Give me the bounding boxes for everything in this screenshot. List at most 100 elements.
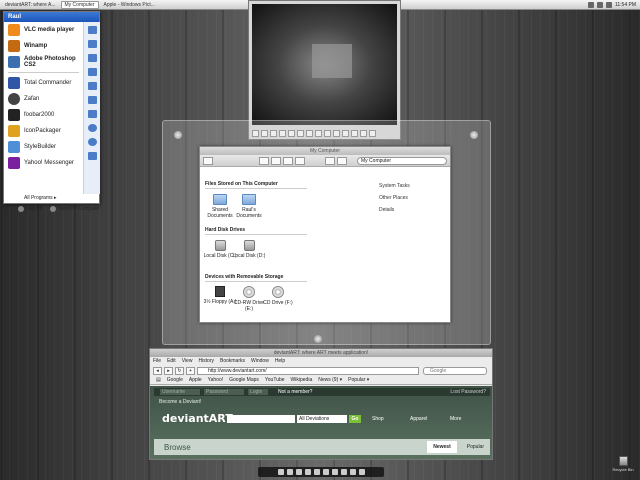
- mail-icon[interactable]: [331, 469, 338, 475]
- other-places-panel[interactable]: Other Places: [379, 195, 408, 201]
- username-field[interactable]: Username: [160, 389, 200, 395]
- printer-icon[interactable]: [87, 110, 97, 118]
- lost-password-link[interactable]: Lost Password?: [450, 389, 490, 395]
- back-button[interactable]: ◂: [153, 366, 162, 375]
- bookmark-news[interactable]: News (9) ▾: [318, 377, 342, 383]
- folder-icon[interactable]: [87, 40, 97, 48]
- back-icon[interactable]: [203, 156, 213, 165]
- start-menu-programs: VLC media player Winamp Adobe Photoshop …: [4, 22, 83, 194]
- hard-disk-icon: [214, 240, 226, 251]
- search-icon[interactable]: [87, 138, 97, 146]
- volume-icon[interactable]: [596, 1, 603, 8]
- winamp-bolt-icon: [8, 40, 20, 52]
- music-icon[interactable]: [313, 469, 320, 475]
- add-bookmark-button[interactable]: +: [186, 366, 195, 375]
- sm-item-zafan[interactable]: Zafan: [4, 91, 83, 107]
- recycle-bin[interactable]: Recycle Bin: [611, 456, 635, 472]
- settings-icon[interactable]: [358, 469, 365, 475]
- da-search-input[interactable]: [227, 415, 295, 423]
- bookmark-google-maps[interactable]: Google Maps: [229, 377, 259, 383]
- menu-bookmarks[interactable]: Bookmarks: [220, 358, 245, 364]
- bookmarks-bar: ▤ Google Apple Yahoo! Google Maps YouTub…: [150, 376, 492, 385]
- photoshop-icon[interactable]: [295, 469, 302, 475]
- sm-item-total-commander[interactable]: Total Commander: [4, 75, 83, 91]
- cd-f-item[interactable]: CD Drive (F:): [259, 286, 297, 306]
- view-icons-icon[interactable]: [259, 156, 269, 165]
- menu-help[interactable]: Help: [275, 358, 285, 364]
- browse-heading: Browse: [164, 442, 191, 452]
- tab-popular[interactable]: Popular: [461, 441, 490, 453]
- bookmark-youtube[interactable]: YouTube: [265, 377, 285, 383]
- sm-item-iconpackager[interactable]: IconPackager: [4, 123, 83, 139]
- bookmarks-icon[interactable]: ▤: [156, 377, 161, 383]
- more-link[interactable]: More: [450, 416, 461, 422]
- login-button[interactable]: Login: [248, 389, 268, 395]
- menu-history[interactable]: History: [198, 358, 214, 364]
- task-picture-viewer[interactable]: Apple - Windows Pict...: [101, 1, 158, 9]
- sm-item-stylebuilder[interactable]: StyleBuilder: [4, 139, 83, 155]
- sm-item-vlc[interactable]: VLC media player: [4, 22, 83, 38]
- url-input[interactable]: http://www.deviantart.com/: [197, 366, 419, 375]
- shop-link[interactable]: Shop: [372, 416, 384, 422]
- menu-window[interactable]: Window: [251, 358, 269, 364]
- details-panel[interactable]: Details: [379, 207, 394, 213]
- sm-item-foobar[interactable]: foobar2000: [4, 107, 83, 123]
- folder-icon[interactable]: [87, 54, 97, 62]
- computer-icon[interactable]: [87, 68, 97, 76]
- desktop-icon[interactable]: [277, 469, 284, 475]
- network-icon[interactable]: [587, 1, 594, 8]
- google-search-input[interactable]: Google: [423, 366, 487, 375]
- all-programs-button[interactable]: All Programs ▸: [24, 195, 57, 201]
- eye-icon[interactable]: [325, 156, 335, 165]
- control-panel-icon[interactable]: [87, 96, 97, 104]
- local-disk-d-item[interactable]: Local Disk (D:): [230, 240, 268, 259]
- become-deviant-link[interactable]: Become a Deviant!: [159, 399, 201, 405]
- bookmark-popular[interactable]: Popular ▾: [348, 377, 369, 383]
- tab-newest[interactable]: Newest: [427, 441, 457, 453]
- view-details-icon[interactable]: [283, 156, 293, 165]
- screw-icon: [314, 335, 322, 343]
- log-off-button[interactable]: Log Off: [18, 205, 42, 212]
- menu-edit[interactable]: Edit: [167, 358, 176, 364]
- deviantart-logo[interactable]: deviantART: [162, 412, 233, 425]
- bookmark-google[interactable]: Google: [167, 377, 183, 383]
- go-button[interactable]: Go: [349, 415, 361, 423]
- task-deviantart[interactable]: deviantART: where A...: [2, 1, 59, 9]
- messenger-icon[interactable]: [605, 1, 612, 8]
- deviations-select[interactable]: All Deviations: [297, 415, 347, 423]
- view-list-icon[interactable]: [271, 156, 281, 165]
- gear-icon[interactable]: [337, 156, 347, 165]
- sm-item-photoshop[interactable]: Adobe Photoshop CS2: [4, 54, 83, 70]
- start-menu: Raul VLC media player Winamp Adobe Photo…: [3, 11, 100, 212]
- run-icon[interactable]: [87, 152, 97, 160]
- bookmark-apple[interactable]: Apple: [189, 377, 202, 383]
- raul-documents-item[interactable]: Raul's Documents: [230, 194, 268, 219]
- terminal-icon[interactable]: [349, 469, 356, 475]
- chat-icon[interactable]: [286, 469, 293, 475]
- sm-item-winamp[interactable]: Winamp: [4, 38, 83, 54]
- not-member-link[interactable]: Not a member?: [278, 389, 312, 395]
- view-tiles-icon[interactable]: [295, 156, 305, 165]
- browser-window: deviantART: where ART meets application!…: [149, 348, 493, 460]
- task-my-computer[interactable]: My Computer: [60, 0, 99, 9]
- folder-icon[interactable]: [87, 26, 97, 34]
- bookmark-wikipedia[interactable]: Wikipedia: [291, 377, 313, 383]
- clock[interactable]: 11:54 PM: [615, 2, 636, 8]
- bookmark-yahoo[interactable]: Yahoo!: [208, 377, 223, 383]
- sm-item-yahoo[interactable]: Yahoo! Messenger: [4, 155, 83, 171]
- password-field[interactable]: Password: [204, 389, 244, 395]
- system-tray: 11:54 PM: [587, 1, 640, 8]
- wifi-icon[interactable]: [304, 469, 311, 475]
- folder-icon[interactable]: [340, 469, 347, 475]
- forward-button[interactable]: ▸: [164, 366, 173, 375]
- help-icon[interactable]: [87, 124, 97, 132]
- network-icon[interactable]: [87, 82, 97, 90]
- menu-view[interactable]: View: [182, 358, 193, 364]
- turn-off-button[interactable]: Turn Off Computer: [50, 205, 100, 212]
- system-tasks-panel[interactable]: System Tasks: [379, 183, 410, 189]
- address-field[interactable]: My Computer: [357, 156, 447, 165]
- menu-file[interactable]: File: [153, 358, 161, 364]
- globe-icon[interactable]: [322, 469, 329, 475]
- reload-button[interactable]: ↻: [175, 366, 184, 375]
- apparel-link[interactable]: Apparel: [410, 416, 427, 422]
